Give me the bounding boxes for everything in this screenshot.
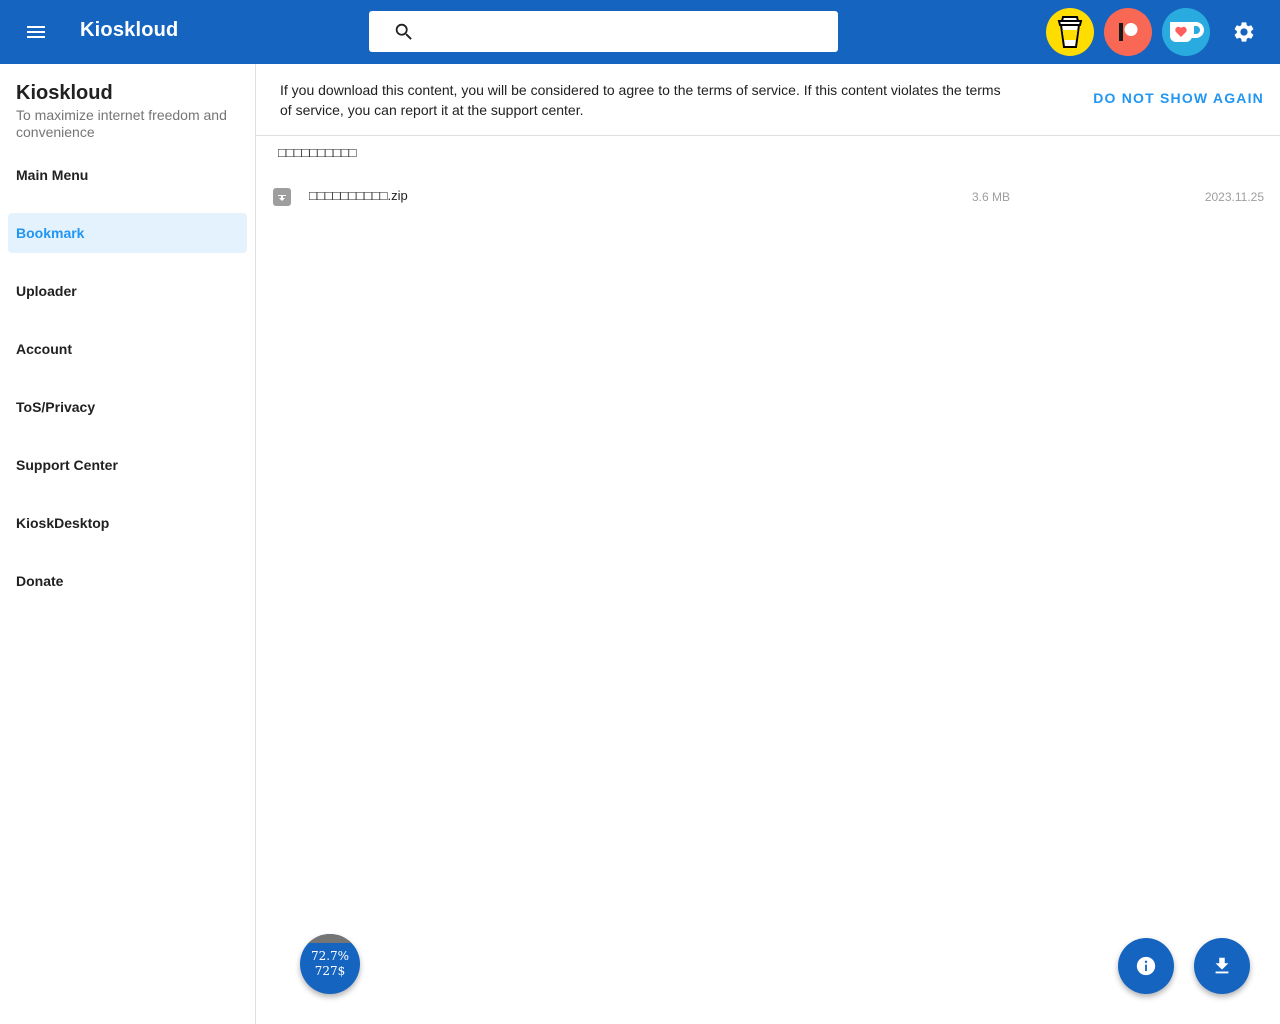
buymeacoffee-icon — [1057, 16, 1083, 48]
buymeacoffee-button[interactable] — [1046, 8, 1094, 56]
download-button[interactable] — [1194, 938, 1250, 994]
do-not-show-again-button[interactable]: DO NOT SHOW AGAIN — [1093, 90, 1264, 106]
sidebar-item-main-menu[interactable]: Main Menu — [8, 155, 247, 195]
sidebar-item-account[interactable]: Account — [8, 329, 247, 369]
archive-download-icon — [273, 188, 291, 206]
app-title: Kioskloud — [80, 19, 179, 41]
info-icon — [1136, 956, 1156, 976]
search-icon — [395, 23, 412, 40]
quota-indicator[interactable]: 72.7% 727$ — [300, 934, 360, 994]
folder-name: □□□□□□□□□□ — [278, 145, 357, 160]
menu-button[interactable] — [16, 12, 56, 52]
notice-text: If you download this content, you will b… — [280, 82, 1001, 118]
quota-text: 72.7% 727$ — [300, 934, 360, 994]
sidebar-item-label: Uploader — [16, 283, 77, 299]
sidebar-item-label: Support Center — [16, 457, 118, 473]
menu-icon — [27, 26, 45, 38]
patreon-button[interactable] — [1104, 8, 1152, 56]
sidebar-item-tos-privacy[interactable]: ToS/Privacy — [8, 387, 247, 427]
sidebar-item-label: Donate — [16, 573, 64, 589]
download-icon — [1215, 957, 1229, 974]
drawer-subtitle: To maximize internet freedom and conveni… — [16, 107, 227, 140]
sidebar-item-kioskdesktop[interactable]: KioskDesktop — [8, 503, 247, 543]
sidebar-item-label: Account — [16, 341, 72, 357]
navigation-drawer: Kioskloud To maximize internet freedom a… — [0, 64, 256, 1024]
drawer-title: Kioskloud — [16, 82, 113, 104]
search-box[interactable] — [369, 11, 838, 52]
gear-icon — [1234, 22, 1254, 42]
sidebar-item-bookmark[interactable]: Bookmark — [8, 213, 247, 253]
file-date: 2023.11.25 — [1204, 190, 1264, 204]
sidebar-item-label: KioskDesktop — [16, 515, 110, 531]
sidebar-item-label: Bookmark — [16, 225, 85, 241]
search-input[interactable] — [425, 11, 825, 52]
kofi-icon — [1170, 22, 1204, 42]
file-name: □□□□□□□□□□.zip — [309, 188, 408, 203]
quota-percent: 72.7% — [310, 949, 350, 963]
settings-button[interactable] — [1222, 10, 1266, 54]
file-size: 3.6 MB — [972, 190, 1011, 204]
file-row[interactable]: □□□□□□□□□□.zip 3.6 MB 2023.11.25 — [256, 180, 1280, 212]
terms-notice-banner: If you download this content, you will b… — [256, 64, 1280, 136]
info-button[interactable] — [1118, 938, 1174, 994]
sidebar-item-label: Main Menu — [16, 167, 89, 183]
sidebar-item-label: ToS/Privacy — [16, 399, 96, 415]
sidebar-item-support-center[interactable]: Support Center — [8, 445, 247, 485]
sidebar-item-uploader[interactable]: Uploader — [8, 271, 247, 311]
quota-amount: 727$ — [314, 964, 346, 978]
top-app-bar: Kioskloud — [0, 0, 1280, 64]
sidebar-item-donate[interactable]: Donate — [8, 561, 247, 601]
kofi-button[interactable] — [1162, 8, 1210, 56]
patreon-icon — [1119, 23, 1138, 41]
